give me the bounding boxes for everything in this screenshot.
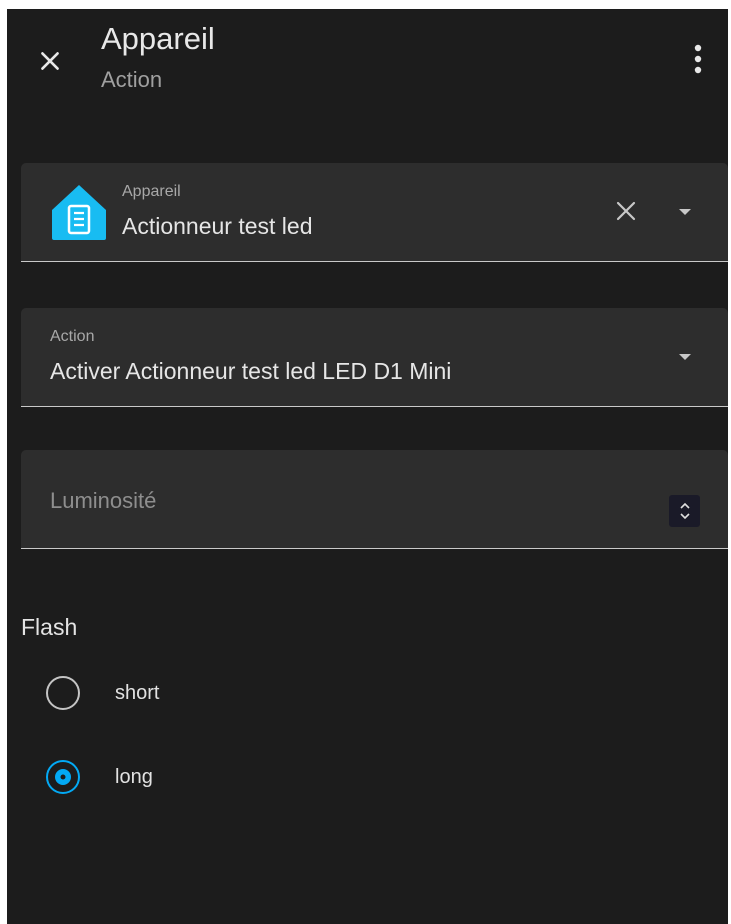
- flash-option-short[interactable]: short: [45, 673, 159, 713]
- dialog-header: Appareil Action: [7, 9, 728, 119]
- close-icon: [616, 201, 636, 221]
- flash-option-long[interactable]: long: [45, 757, 153, 797]
- chevron-down-icon: [679, 208, 691, 215]
- radio-checked-icon: [46, 760, 80, 794]
- close-button[interactable]: [30, 41, 70, 81]
- device-select[interactable]: Appareil Actionneur test led: [21, 163, 728, 262]
- dialog-title: Appareil: [101, 21, 215, 56]
- radio-label-short[interactable]: short: [115, 682, 159, 705]
- action-dropdown-arrow[interactable]: [675, 347, 695, 367]
- radio-button-long[interactable]: [45, 759, 81, 795]
- luminosity-stepper[interactable]: [669, 495, 700, 527]
- radio-button-short[interactable]: [45, 675, 81, 711]
- luminosity-placeholder: Luminosité: [50, 488, 157, 513]
- device-field-value: Actionneur test led: [122, 213, 313, 239]
- close-icon: [41, 52, 59, 70]
- action-field-value: Activer Actionneur test led LED D1 Mini: [50, 358, 452, 384]
- chevron-down-icon: [679, 353, 691, 360]
- action-select[interactable]: Action Activer Actionneur test led LED D…: [21, 308, 728, 407]
- dialog-screen: Appareil Action Appareil Actionneur test…: [7, 9, 728, 924]
- radio-label-long[interactable]: long: [115, 766, 153, 789]
- flash-label: Flash: [21, 614, 78, 640]
- dialog-subtitle: Action: [101, 67, 163, 92]
- overflow-menu-button[interactable]: [683, 37, 713, 81]
- action-field-label: Action: [50, 328, 95, 345]
- unfold-icon: [679, 502, 690, 520]
- dots-vertical-icon: [694, 44, 702, 74]
- home-assistant-logo-icon: [52, 185, 106, 240]
- clear-device-button[interactable]: [611, 196, 641, 226]
- device-field-label: Appareil: [122, 183, 181, 200]
- luminosity-input[interactable]: Luminosité: [21, 450, 728, 549]
- radio-unchecked-icon: [46, 676, 80, 710]
- device-dropdown-arrow[interactable]: [675, 202, 695, 222]
